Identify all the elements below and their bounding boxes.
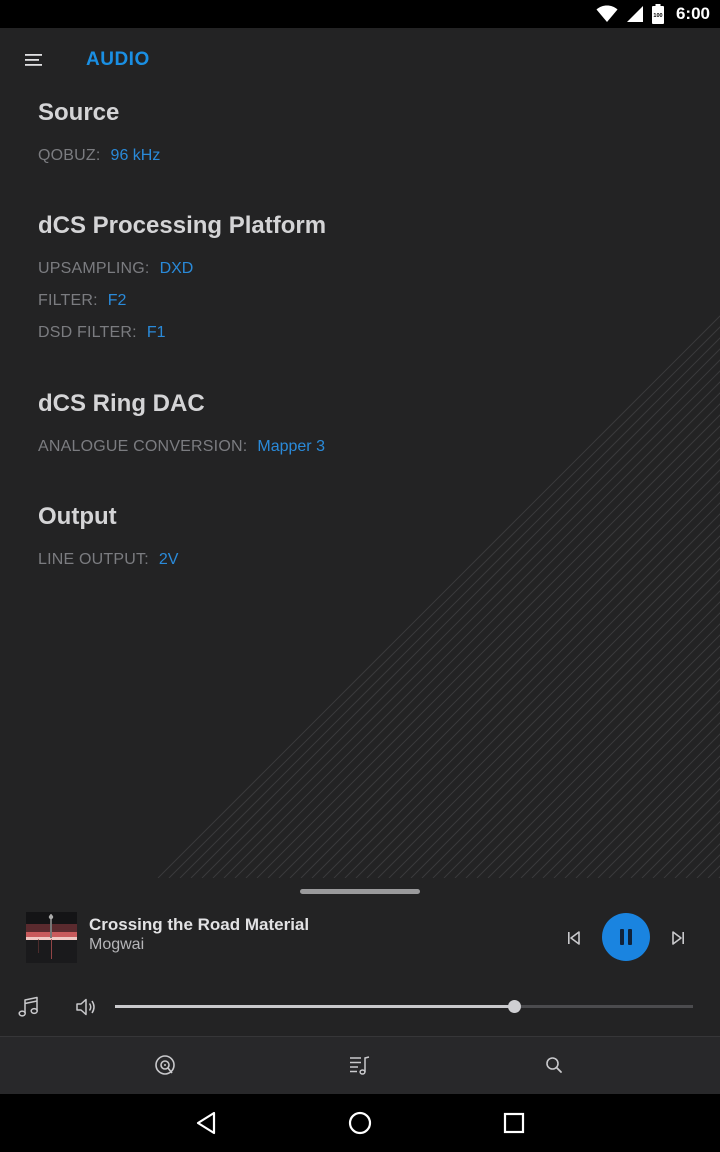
music-note-icon[interactable] (17, 995, 41, 1019)
row-label: UPSAMPLING: (38, 260, 150, 277)
app-screen: AUDIO Source QOBUZ: 96 kHz dCS Processing… (0, 28, 720, 1094)
info-row-dsd-filter: DSD FILTER: F1 (38, 317, 326, 349)
stripe-line (476, 306, 720, 878)
app-bar: AUDIO (0, 28, 720, 92)
section-heading: Output (38, 503, 117, 530)
recents-icon[interactable] (501, 1110, 527, 1136)
section-heading: dCS Ring DAC (38, 390, 205, 417)
player-drag-handle[interactable] (300, 889, 420, 894)
stripe-line (300, 306, 720, 878)
info-row-line-output: LINE OUTPUT: 2V (38, 544, 178, 576)
now-playing-disc-icon[interactable] (153, 1053, 177, 1077)
volume-slider-thumb[interactable] (507, 1000, 521, 1013)
system-navigation-bar (0, 1094, 720, 1152)
section-ring-dac: dCS Ring DAC ANALOGUE CONVERSION: Mapper … (38, 389, 325, 463)
row-value: F1 (146, 324, 166, 341)
row-label: DSD FILTER: (38, 324, 137, 341)
pause-button[interactable] (602, 913, 650, 961)
volume-slider[interactable] (115, 1000, 693, 1013)
stripe-line (256, 306, 720, 878)
hamburger-menu-icon[interactable] (18, 46, 50, 74)
section-heading: dCS Processing Platform (38, 212, 327, 239)
cell-signal-icon (626, 6, 643, 22)
battery-icon: 100 (651, 4, 664, 24)
row-value: DXD (159, 260, 194, 277)
next-track-icon[interactable] (668, 927, 690, 949)
status-time: 6:00 (675, 4, 710, 23)
row-value: Mapper 3 (257, 438, 325, 455)
stripe-line (410, 306, 720, 878)
track-title: Crossing the Road Material (89, 915, 310, 934)
row-label: QOBUZ: (38, 147, 101, 164)
search-icon[interactable] (542, 1053, 566, 1077)
previous-track-icon[interactable] (562, 927, 584, 949)
row-label: LINE OUTPUT: (38, 551, 149, 568)
now-playing-bar: Crossing the Road Material Mogwai (0, 878, 720, 1036)
info-row-filter: FILTER: F2 (38, 285, 326, 317)
stripe-line (432, 306, 720, 878)
volume-slider-fill (115, 1005, 514, 1008)
wifi-icon (596, 5, 618, 22)
section-processing-platform: dCS Processing Platform UPSAMPLING: DXD F… (38, 211, 326, 349)
stripe-line (652, 306, 720, 878)
track-artist: Mogwai (89, 936, 145, 953)
stripe-line (586, 306, 720, 878)
row-value: F2 (107, 292, 127, 309)
battery-level-text: 100 (653, 13, 662, 19)
info-row-upsampling: UPSAMPLING: DXD (38, 253, 326, 285)
back-icon[interactable] (194, 1110, 220, 1136)
section-heading: Source (38, 99, 120, 126)
album-art[interactable] (26, 912, 77, 963)
info-row-qobuz: QOBUZ: 96 kHz (38, 140, 160, 172)
page-title: AUDIO (86, 49, 150, 70)
stripe-line (498, 306, 720, 878)
stripe-line (344, 306, 720, 878)
info-row-analogue-conversion: ANALOGUE CONVERSION: Mapper 3 (38, 431, 325, 463)
row-label: ANALOGUE CONVERSION: (38, 438, 248, 455)
stripe-line (278, 306, 720, 878)
pause-icon (620, 929, 632, 945)
stripe-line (630, 306, 720, 878)
section-output: Output LINE OUTPUT: 2V (38, 502, 178, 576)
stripe-line (366, 306, 720, 878)
home-icon[interactable] (347, 1110, 373, 1136)
volume-icon (75, 996, 99, 1018)
bottom-navigation (0, 1036, 720, 1094)
row-value: 96 kHz (110, 147, 161, 164)
stripe-line (520, 306, 720, 878)
status-bar: 100 6:00 (0, 0, 720, 28)
section-source: Source QOBUZ: 96 kHz (38, 98, 160, 172)
stripe-line (564, 306, 720, 878)
stripe-line (696, 306, 720, 878)
row-value: 2V (158, 551, 179, 568)
queue-icon[interactable] (348, 1053, 372, 1077)
row-label: FILTER: (38, 292, 98, 309)
